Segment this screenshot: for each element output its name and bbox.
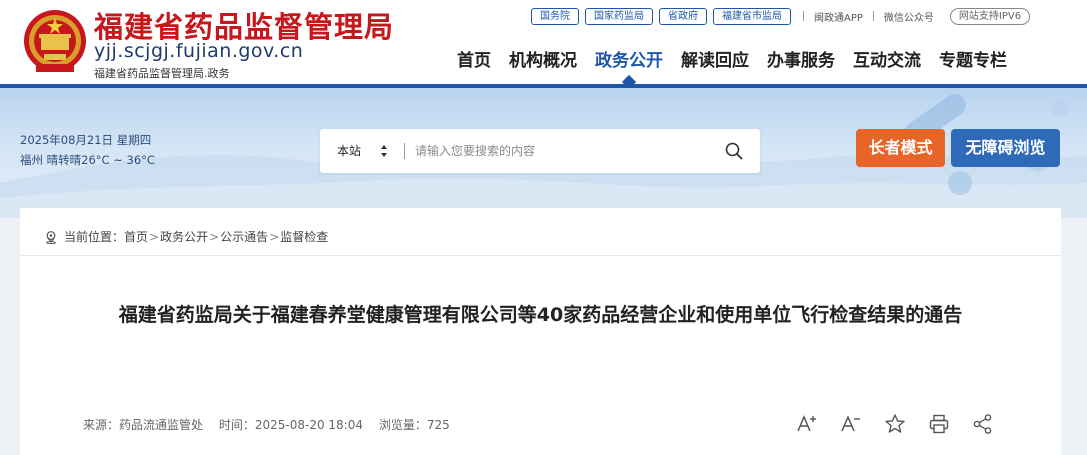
breadcrumb: 当前位置： 首页 > 政务公开 > 公示通告 > 监督检查	[44, 228, 328, 245]
breadcrumb-separator: >	[149, 229, 160, 244]
search-input[interactable]	[415, 139, 705, 163]
nav-home[interactable]: 首页	[448, 47, 500, 75]
article-source: 来源：药品流通监管处	[83, 418, 204, 432]
banner: 2025年08月21日 星期四 福州 晴转晴26°C ~ 36°C 本站 长者模…	[0, 88, 1087, 218]
location-pin-icon	[46, 230, 56, 244]
breadcrumb-separator: >	[209, 229, 220, 244]
toplink-province-gov[interactable]: 省政府	[659, 7, 707, 25]
print-icon[interactable]	[927, 412, 951, 436]
search-icon[interactable]	[724, 141, 744, 161]
breadcrumb-notices[interactable]: 公示通告	[220, 228, 268, 245]
star-icon[interactable]	[883, 412, 907, 436]
search-scope-select[interactable]: 本站	[337, 129, 361, 173]
top-links: 国务院 国家药监局 省政府 福建省市监局 闽政通APP 微信公众号 网站支持IP…	[531, 7, 1031, 25]
breadcrumb-inspection[interactable]: 监督检查	[280, 228, 328, 245]
toplink-nmpa[interactable]: 国家药监局	[585, 7, 653, 25]
divider	[404, 143, 405, 159]
app-link[interactable]: 闽政通APP	[814, 9, 863, 24]
site-domain: yjj.scjgj.fujian.gov.cn	[94, 40, 304, 62]
nav-interpretation[interactable]: 解读回应	[672, 47, 758, 75]
article-time: 时间：2025-08-20 18:04	[218, 418, 363, 432]
select-arrows-icon[interactable]	[380, 144, 388, 158]
share-icon[interactable]	[971, 412, 995, 436]
wechat-link[interactable]: 微信公众号	[884, 9, 934, 24]
toplink-state-council[interactable]: 国务院	[531, 7, 579, 25]
breadcrumb-gov-affairs[interactable]: 政务公开	[160, 228, 208, 245]
site-subtitle: 福建省药品监督管理局.政务	[94, 67, 230, 80]
article-meta: 来源：药品流通监管处 时间：2025-08-20 18:04 浏览量：725	[83, 416, 462, 433]
current-date: 2025年08月21日 星期四	[20, 133, 152, 147]
breadcrumb-home[interactable]: 首页	[124, 228, 148, 245]
nav-gov-affairs-label: 政务公开	[595, 51, 663, 71]
accessibility-button[interactable]: 无障碍浏览	[951, 129, 1060, 167]
font-increase-icon[interactable]	[795, 412, 819, 436]
toplink-market-regulation[interactable]: 福建省市监局	[713, 7, 791, 25]
nav-topics[interactable]: 专题专栏	[930, 47, 1016, 75]
ipv6-badge: 网站支持IPV6	[949, 7, 1031, 25]
national-emblem-icon[interactable]	[22, 8, 88, 76]
font-decrease-icon[interactable]	[839, 412, 863, 436]
nav-services[interactable]: 办事服务	[758, 47, 844, 75]
nav-about[interactable]: 机构概况	[500, 47, 586, 75]
breadcrumb-prefix: 当前位置：	[64, 230, 125, 244]
elder-mode-button[interactable]: 长者模式	[856, 129, 945, 167]
site-header: 福建省药品监督管理局 yjj.scjgj.fujian.gov.cn 福建省药品…	[0, 0, 1087, 90]
nav-interaction[interactable]: 互动交流	[844, 47, 930, 75]
article-title: 福建省药监局关于福建春养堂健康管理有限公司等40家药品经营企业和使用单位飞行检查…	[118, 304, 963, 326]
search-box: 本站	[320, 129, 760, 173]
nav-gov-affairs[interactable]: 政务公开	[586, 47, 672, 90]
divider	[803, 11, 804, 21]
main-nav: 首页 机构概况 政务公开 解读回应 办事服务 互动交流 专题专栏	[448, 47, 1016, 90]
breadcrumb-separator: >	[269, 229, 280, 244]
content-card: 当前位置： 首页 > 政务公开 > 公示通告 > 监督检查 福建省药监局关于福建…	[20, 208, 1061, 455]
article-views: 浏览量：725	[378, 418, 450, 432]
divider	[20, 255, 1061, 256]
divider	[872, 11, 874, 21]
article-tools	[795, 412, 995, 436]
weather-info: 福州 晴转晴26°C ~ 36°C	[20, 153, 155, 167]
